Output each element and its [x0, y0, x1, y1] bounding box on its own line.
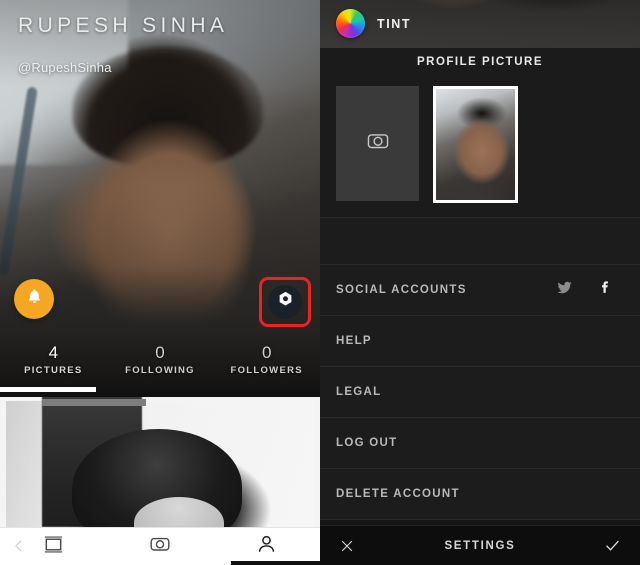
app-brand: TINT — [336, 9, 411, 38]
menu-item-delete-account[interactable]: DELETE ACCOUNT — [320, 469, 640, 520]
twitter-icon[interactable] — [556, 279, 573, 301]
checkmark-icon[interactable] — [602, 535, 624, 557]
bell-icon — [25, 287, 44, 311]
menu-item-social-accounts[interactable]: SOCIAL ACCOUNTS — [320, 265, 640, 316]
stat-following[interactable]: 0 FOLLOWING — [107, 343, 214, 376]
add-profile-picture-tile[interactable] — [336, 86, 419, 201]
menu-item-log-out[interactable]: LOG OUT — [320, 418, 640, 469]
camera-icon — [365, 128, 391, 159]
aperture-camera-icon — [276, 290, 295, 314]
menu-item-help[interactable]: HELP — [320, 316, 640, 367]
stat-pictures[interactable]: 4 PICTURES — [0, 343, 107, 376]
feed-grid-icon — [42, 533, 65, 561]
camera-icon — [148, 532, 172, 561]
change-profile-picture-highlight — [259, 277, 311, 327]
stat-followers[interactable]: 0 FOLLOWERS — [213, 343, 320, 376]
menu-item-label: DELETE ACCOUNT — [336, 488, 460, 500]
page-indicator-bar — [0, 387, 96, 392]
menu-item-label: LOG OUT — [336, 437, 398, 449]
profile-display-name: RUPESH SINHA — [18, 14, 229, 37]
profile-stats: 4 PICTURES 0 FOLLOWING 0 FOLLOWERS — [0, 343, 320, 376]
stat-label: FOLLOWERS — [230, 365, 303, 376]
stat-value: 0 — [261, 343, 272, 362]
nav-item-profile[interactable] — [213, 528, 320, 565]
spacer-row — [320, 218, 640, 265]
settings-title: SETTINGS — [444, 539, 516, 552]
photo-feed[interactable] — [0, 397, 320, 528]
profile-picture-section-title: PROFILE PICTURE — [320, 48, 640, 76]
user-profile-photo — [436, 89, 515, 200]
color-wheel-icon — [336, 9, 365, 38]
facebook-icon[interactable] — [597, 279, 614, 301]
bottom-navigation-bar — [0, 527, 320, 565]
person-icon — [255, 533, 278, 561]
settings-bottom-bar: SETTINGS — [320, 525, 640, 565]
right-phone-screen: TINT PROFILE PICTURE SOCIAL ACCOUNTS HEL… — [320, 0, 640, 565]
stat-value: 0 — [155, 343, 165, 362]
close-x-icon[interactable] — [336, 535, 358, 557]
social-icons — [556, 279, 624, 301]
stat-label: PICTURES — [24, 365, 83, 376]
camera-button[interactable] — [268, 285, 302, 319]
profile-handle: @RupeshSinha — [18, 60, 112, 75]
feed-photo[interactable] — [6, 397, 314, 528]
menu-item-legal[interactable]: LEGAL — [320, 367, 640, 418]
profile-picture-chooser — [320, 76, 640, 218]
menu-item-label: SOCIAL ACCOUNTS — [336, 284, 467, 296]
brand-name: TINT — [377, 16, 412, 31]
menu-item-label: HELP — [336, 335, 372, 347]
nav-item-feed[interactable] — [0, 528, 107, 565]
profile-picture-thumbnail[interactable] — [433, 86, 518, 203]
nav-item-camera[interactable] — [107, 528, 214, 565]
profile-header: RUPESH SINHA @RupeshSinha 4 PICTURES 0 F… — [0, 0, 320, 392]
notifications-button[interactable] — [14, 279, 54, 319]
dual-screenshot-composite: RUPESH SINHA @RupeshSinha 4 PICTURES 0 F… — [0, 0, 640, 565]
left-phone-screen: RUPESH SINHA @RupeshSinha 4 PICTURES 0 F… — [0, 0, 320, 565]
active-tab-indicator — [231, 561, 320, 565]
profile-cover-photo — [0, 0, 320, 392]
menu-item-label: LEGAL — [336, 386, 382, 398]
stat-value: 4 — [48, 343, 59, 362]
stat-label: FOLLOWING — [125, 365, 195, 376]
